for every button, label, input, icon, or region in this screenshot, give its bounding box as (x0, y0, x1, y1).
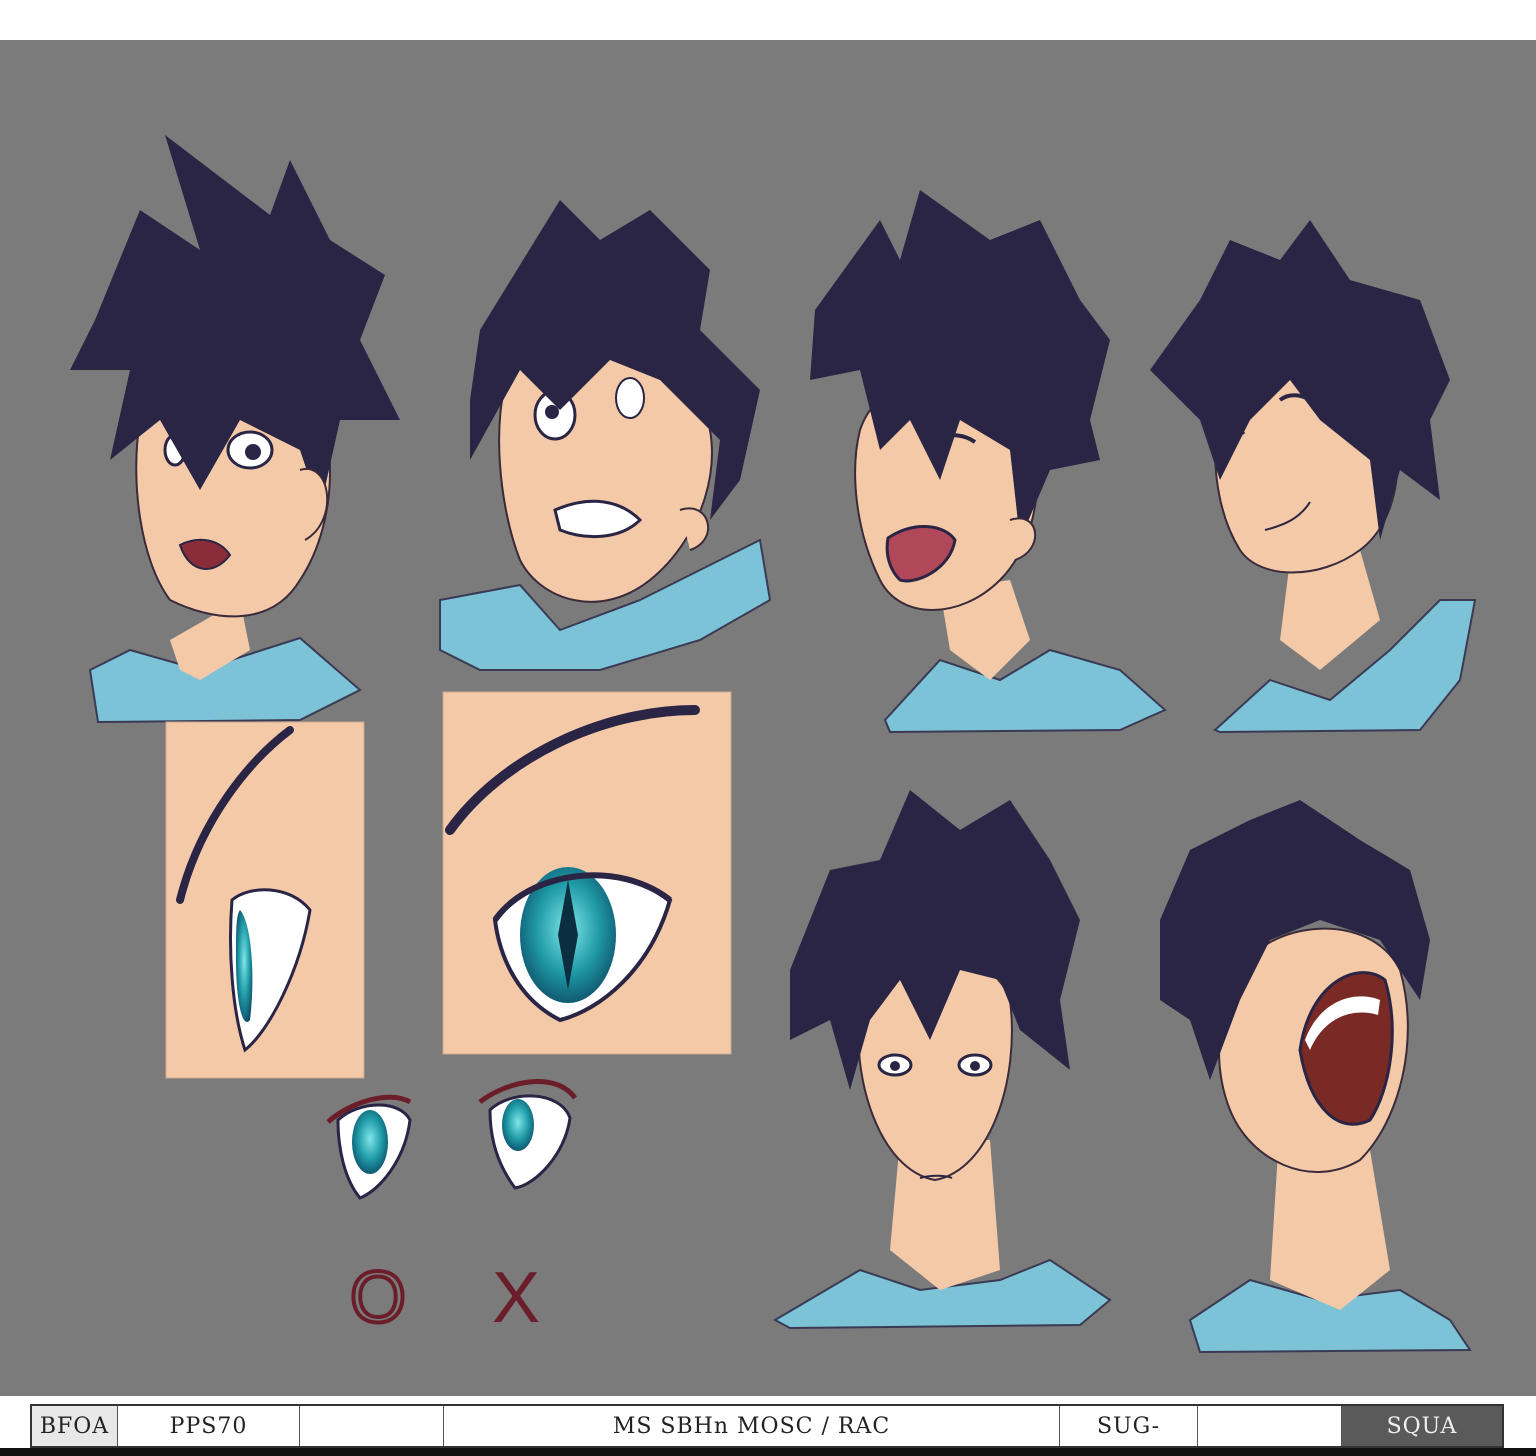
head-yelling (810, 190, 1167, 734)
footer-cell-3 (300, 1406, 444, 1446)
eye-closeup-front (442, 691, 732, 1055)
footer-cell-6 (1198, 1406, 1342, 1446)
bottom-edge (0, 1448, 1536, 1456)
eye-closeup-side (165, 721, 365, 1079)
head-smiling (1150, 220, 1477, 734)
head-neutral-front (772, 790, 1112, 1330)
mark-circle: O (350, 1258, 406, 1338)
title-block: BFOA PPS70 MS SBHn MOSC / RAC SUG- SQUA (30, 1404, 1504, 1448)
footer-cell-7: SQUA (1342, 1406, 1502, 1446)
sheet-canvas: O X (70, 135, 1477, 1354)
eye-example-good (326, 1094, 412, 1200)
head-surprised (70, 135, 400, 724)
character-sheet: O X (0, 40, 1536, 1396)
footer-cell-5: SUG- (1060, 1406, 1198, 1446)
footer-cell-2: PPS70 (118, 1406, 300, 1446)
mark-cross: X (492, 1258, 540, 1338)
head-grimace (439, 200, 772, 671)
head-screaming (1160, 800, 1472, 1354)
footer-cell-4: MS SBHn MOSC / RAC (444, 1406, 1060, 1446)
footer-cell-1: BFOA (32, 1406, 118, 1446)
eye-example-bad (478, 1079, 578, 1190)
